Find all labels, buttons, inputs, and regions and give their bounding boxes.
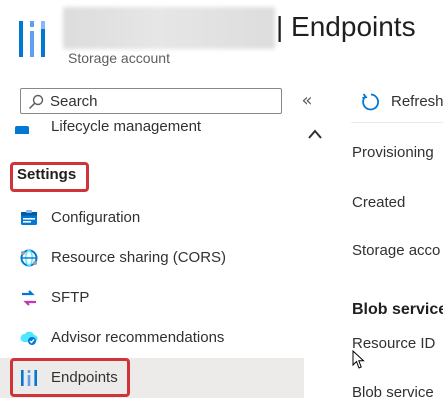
- sidebar-scrollbar[interactable]: [305, 122, 325, 402]
- chevron-up-icon[interactable]: [307, 128, 323, 140]
- search-input[interactable]: [50, 91, 270, 111]
- property-label-provisioning: Provisioning: [352, 144, 434, 161]
- sidebar-item-label: Advisor recommendations: [51, 329, 225, 346]
- collapse-sidebar-button[interactable]: «: [298, 91, 316, 111]
- cors-icon: [20, 249, 38, 267]
- settings-highlight-box: [10, 162, 89, 192]
- page-subtitle: Storage account: [68, 50, 170, 66]
- property-label-storage-account: Storage acco: [352, 242, 441, 259]
- refresh-icon[interactable]: [361, 92, 381, 112]
- configuration-icon: [21, 210, 37, 225]
- redacted-resource-name: [63, 7, 275, 49]
- sidebar-item-advisor-recommendations[interactable]: Advisor recommendations: [0, 318, 304, 358]
- refresh-button[interactable]: Refresh: [391, 93, 443, 110]
- toolbar-divider: [351, 122, 443, 123]
- sidebar-item-resource-sharing-cors[interactable]: Resource sharing (CORS): [0, 238, 304, 278]
- section-heading-blob-service: Blob service: [352, 301, 443, 318]
- sidebar-item-configuration[interactable]: Configuration: [0, 198, 304, 238]
- property-label-blob-service: Blob service: [352, 384, 434, 401]
- search-box[interactable]: [20, 88, 282, 114]
- sidebar-item-lifecycle-management[interactable]: Lifecycle management: [51, 112, 201, 134]
- sidebar-item-label: Resource sharing (CORS): [51, 249, 227, 266]
- endpoints-highlight-box: [10, 358, 130, 397]
- property-label-created: Created: [352, 194, 406, 211]
- sidebar-item-label: Configuration: [51, 209, 141, 226]
- sidebar-item-label: SFTP: [51, 289, 90, 306]
- lifecycle-icon: [14, 112, 30, 134]
- advisor-icon: [20, 331, 38, 345]
- endpoints-logo-icon: [19, 21, 45, 57]
- sftp-icon: [22, 290, 36, 306]
- page-title: | Endpoints: [276, 11, 416, 42]
- sidebar-item-sftp[interactable]: SFTP: [0, 278, 304, 318]
- mouse-cursor-icon: [352, 350, 365, 369]
- search-icon: [28, 94, 44, 110]
